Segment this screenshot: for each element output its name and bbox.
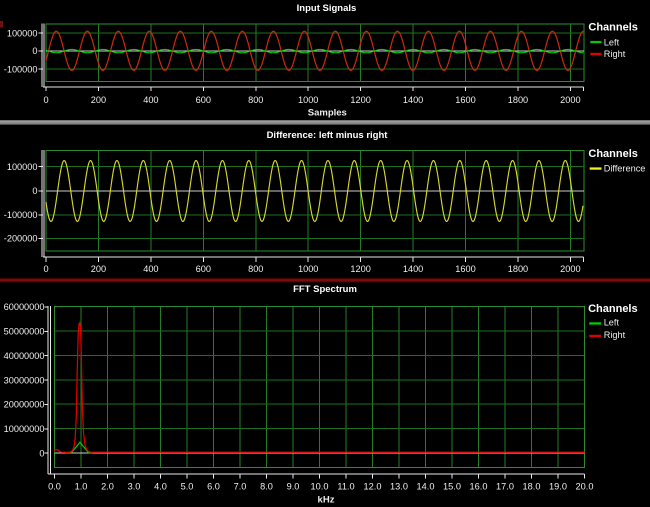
- svg-text:20000000: 20000000: [4, 400, 45, 410]
- svg-text:8.0: 8.0: [260, 482, 273, 492]
- svg-text:-100000: -100000: [4, 64, 38, 74]
- svg-text:9.0: 9.0: [287, 482, 300, 492]
- svg-text:1200: 1200: [350, 264, 370, 274]
- svg-text:100000: 100000: [7, 162, 38, 172]
- svg-text:100000: 100000: [7, 28, 38, 38]
- svg-text:800: 800: [248, 95, 263, 105]
- svg-text:Channels: Channels: [588, 303, 638, 315]
- svg-text:2000: 2000: [560, 264, 580, 274]
- svg-text:Samples: Samples: [308, 107, 347, 118]
- svg-text:12.0: 12.0: [364, 482, 382, 492]
- svg-text:Channels: Channels: [588, 22, 638, 34]
- svg-text:1200: 1200: [350, 95, 370, 105]
- svg-text:11.0: 11.0: [337, 482, 354, 492]
- svg-text:Left: Left: [604, 37, 620, 47]
- svg-text:5.0: 5.0: [181, 482, 194, 492]
- svg-text:1.0: 1.0: [75, 482, 88, 492]
- svg-text:3.0: 3.0: [128, 482, 141, 492]
- svg-text:Input Signals: Input Signals: [297, 3, 357, 14]
- svg-text:1400: 1400: [403, 264, 423, 274]
- svg-text:200: 200: [91, 95, 106, 105]
- svg-text:13.0: 13.0: [390, 482, 408, 492]
- svg-text:19.0: 19.0: [549, 482, 567, 492]
- svg-text:1600: 1600: [455, 264, 475, 274]
- svg-text:0.0: 0.0: [48, 482, 61, 492]
- svg-text:0: 0: [43, 264, 48, 274]
- svg-text:Right: Right: [604, 330, 626, 340]
- svg-text:1000: 1000: [298, 95, 318, 105]
- svg-text:200: 200: [91, 264, 106, 274]
- svg-text:60000000: 60000000: [4, 302, 45, 312]
- svg-text:14.0: 14.0: [417, 482, 435, 492]
- svg-text:10.0: 10.0: [311, 482, 329, 492]
- svg-text:600: 600: [196, 95, 211, 105]
- svg-text:1600: 1600: [455, 95, 475, 105]
- svg-text:0: 0: [32, 46, 37, 56]
- svg-text:FFT Spectrum: FFT Spectrum: [293, 284, 357, 295]
- svg-text:0: 0: [32, 186, 37, 196]
- svg-text:Right: Right: [604, 49, 626, 59]
- svg-text:1800: 1800: [508, 95, 528, 105]
- svg-text:2000: 2000: [560, 95, 580, 105]
- svg-text:15.0: 15.0: [443, 482, 461, 492]
- svg-text:Difference: left minus right: Difference: left minus right: [267, 130, 389, 141]
- svg-text:Channels: Channels: [588, 148, 638, 160]
- svg-text:50000000: 50000000: [4, 327, 45, 337]
- svg-text:4.0: 4.0: [154, 482, 167, 492]
- svg-text:1400: 1400: [403, 95, 423, 105]
- svg-text:kHz: kHz: [318, 495, 335, 506]
- svg-text:7.0: 7.0: [234, 482, 247, 492]
- svg-text:10000000: 10000000: [4, 424, 45, 434]
- svg-text:6.0: 6.0: [207, 482, 220, 492]
- svg-text:1000: 1000: [298, 264, 318, 274]
- svg-text:800: 800: [248, 264, 263, 274]
- svg-text:400: 400: [143, 95, 158, 105]
- svg-text:17.0: 17.0: [496, 482, 514, 492]
- svg-text:Difference: Difference: [604, 163, 646, 173]
- svg-text:1800: 1800: [508, 264, 528, 274]
- svg-text:-200000: -200000: [4, 234, 38, 244]
- svg-text:18.0: 18.0: [523, 482, 541, 492]
- svg-text:400: 400: [143, 264, 158, 274]
- svg-text:2.0: 2.0: [101, 482, 114, 492]
- svg-text:40000000: 40000000: [4, 351, 45, 361]
- svg-text:0: 0: [39, 448, 44, 458]
- svg-text:16.0: 16.0: [470, 482, 488, 492]
- svg-text:Left: Left: [604, 317, 620, 327]
- svg-text:20.0: 20.0: [576, 482, 594, 492]
- svg-text:30000000: 30000000: [4, 375, 45, 385]
- svg-text:0: 0: [43, 95, 48, 105]
- svg-text:-100000: -100000: [4, 210, 38, 220]
- svg-text:600: 600: [196, 264, 211, 274]
